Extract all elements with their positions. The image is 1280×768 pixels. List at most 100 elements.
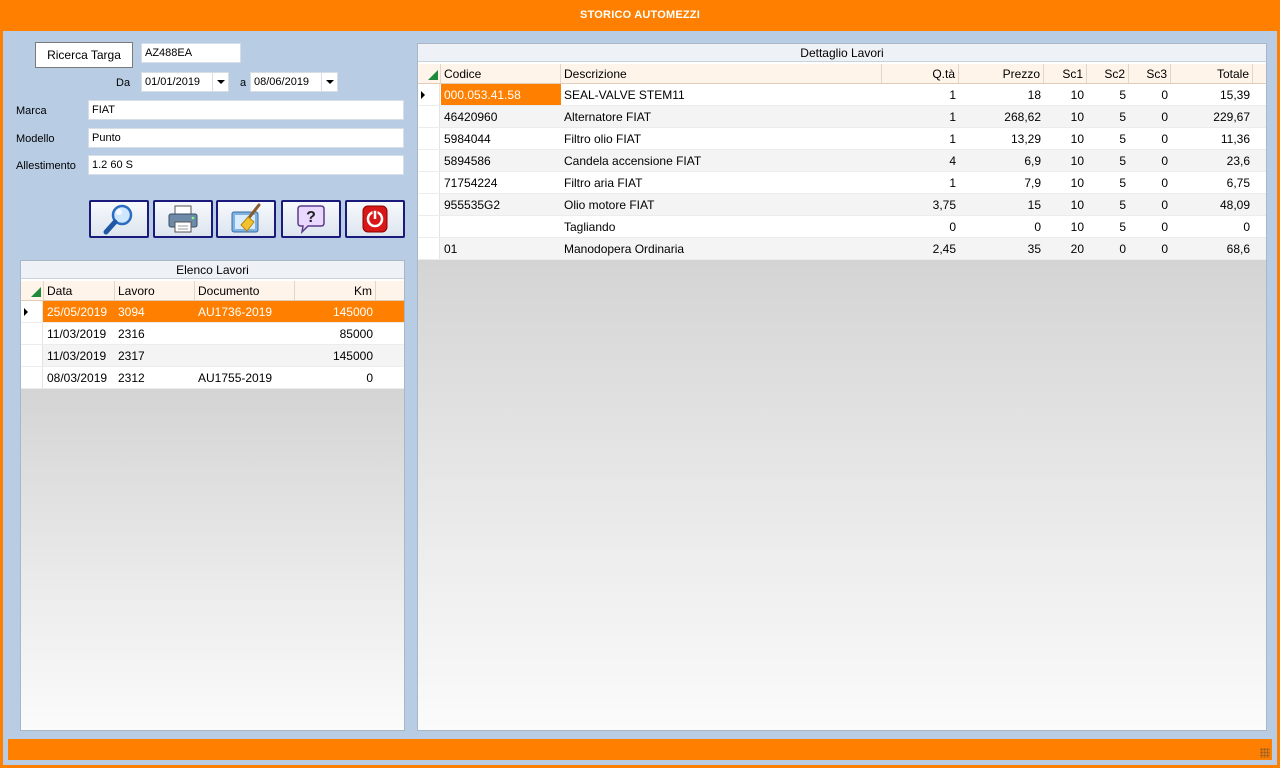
dettaglio-header: Codice Descrizione Q.tà Prezzo Sc1 Sc2 S…	[418, 64, 1266, 84]
table-row[interactable]: 955535G2 Olio motore FIAT 3,75 15 10 5 0 48,09	[418, 194, 1266, 216]
cell-qta: 4	[949, 154, 956, 168]
elenco-lavori-panel: Elenco Lavori Data Lavoro Documento Km 2…	[20, 260, 405, 731]
cell-totale: 68,6	[1226, 242, 1250, 256]
table-row[interactable]: 46420960 Alternatore FIAT 1 268,62 10 5 0 229,6…	[418, 106, 1266, 128]
printer-icon	[168, 205, 198, 233]
col-codice[interactable]: Codice	[441, 64, 561, 83]
table-row[interactable]: 08/03/2019 2312 AU1755-2019 0	[21, 367, 404, 389]
cell-qta: 1	[949, 132, 956, 146]
row-selector[interactable]	[21, 367, 43, 388]
cell-descrizione: Tagliando	[564, 220, 616, 234]
row-selector[interactable]	[418, 84, 440, 105]
chevron-down-icon[interactable]	[321, 73, 337, 91]
col-sc3[interactable]: Sc3	[1129, 64, 1171, 83]
cell-sc3: 0	[1161, 198, 1168, 212]
targa-input[interactable]: AZ488EA	[141, 43, 241, 63]
row-selector[interactable]	[418, 172, 440, 193]
modello-field[interactable]: Punto	[88, 128, 404, 148]
col-sc1[interactable]: Sc1	[1044, 64, 1087, 83]
cell-codice: 46420960	[444, 110, 498, 124]
elenco-header: Data Lavoro Documento Km	[21, 281, 404, 301]
allestimento-field[interactable]: 1.2 60 S	[88, 155, 404, 175]
col-lavoro[interactable]: Lavoro	[115, 281, 195, 300]
search-icon	[103, 204, 133, 235]
col-qta[interactable]: Q.tà	[882, 64, 959, 83]
cell-km: 0	[366, 371, 373, 385]
table-row[interactable]: 11/03/2019 2317 145000	[21, 345, 404, 367]
cell-descrizione: Filtro aria FIAT	[564, 176, 643, 190]
cell-sc3: 0	[1161, 110, 1168, 124]
svg-text:?: ?	[306, 209, 316, 226]
sort-triangle-icon	[428, 70, 438, 80]
cell-sc3: 0	[1161, 132, 1168, 146]
row-selector[interactable]	[418, 106, 440, 127]
cell-sc2: 0	[1119, 242, 1126, 256]
col-documento[interactable]: Documento	[195, 281, 295, 300]
col-totale[interactable]: Totale	[1171, 64, 1253, 83]
cell-qta: 0	[949, 220, 956, 234]
cell-prezzo: 18	[1027, 88, 1041, 102]
marca-label: Marca	[16, 105, 47, 117]
cell-totale: 23,6	[1226, 154, 1250, 168]
table-row[interactable]: Tagliando 0 0 10 5 0 0	[418, 216, 1266, 238]
cell-qta: 3,75	[932, 198, 956, 212]
cell-data: 25/05/2019	[47, 305, 108, 319]
cell-sc2: 5	[1119, 132, 1126, 146]
row-selector[interactable]	[418, 128, 440, 149]
print-button[interactable]	[153, 200, 213, 238]
dettaglio-lavori-title: Dettaglio Lavori	[418, 44, 1266, 62]
row-selector[interactable]	[418, 238, 440, 259]
row-selector[interactable]	[418, 194, 440, 215]
col-data[interactable]: Data	[44, 281, 115, 300]
cell-descrizione: Olio motore FIAT	[564, 198, 655, 212]
a-date-picker[interactable]: 08/06/2019	[250, 72, 338, 92]
cell-codice: 5894586	[444, 154, 491, 168]
marca-field[interactable]: FIAT	[88, 100, 404, 120]
a-date-value: 08/06/2019	[254, 76, 310, 88]
cell-sc2: 5	[1119, 88, 1126, 102]
row-selector[interactable]	[21, 323, 43, 344]
table-row[interactable]: 25/05/2019 3094 AU1736-2019 145000	[21, 301, 404, 323]
cell-sc1: 10	[1070, 132, 1084, 146]
cell-qta: 1	[949, 176, 956, 190]
clear-button[interactable]	[216, 200, 276, 238]
help-button[interactable]: ?	[281, 200, 341, 238]
select-all-corner[interactable]	[21, 281, 44, 300]
da-date-picker[interactable]: 01/01/2019	[141, 72, 229, 92]
col-km[interactable]: Km	[295, 281, 376, 300]
chevron-down-icon[interactable]	[212, 73, 228, 91]
search-button[interactable]	[89, 200, 149, 238]
cell-data: 11/03/2019	[47, 327, 107, 341]
cell-sc3: 0	[1161, 176, 1168, 190]
table-row[interactable]: 11/03/2019 2316 85000	[21, 323, 404, 345]
exit-button[interactable]	[345, 200, 405, 238]
cell-sc1: 10	[1070, 176, 1084, 190]
table-row[interactable]: 01 Manodopera Ordinaria 2,45 35 20 0 0 68,6	[418, 238, 1266, 260]
ricerca-targa-button[interactable]: Ricerca Targa	[35, 42, 133, 68]
table-row[interactable]: 5984044 Filtro olio FIAT 1 13,29 10 5 0 11,36	[418, 128, 1266, 150]
resize-grip-icon[interactable]	[1260, 748, 1270, 758]
row-selector[interactable]	[21, 345, 43, 366]
cell-codice: 01	[444, 242, 458, 256]
row-selector[interactable]	[21, 301, 43, 322]
row-selector[interactable]	[418, 150, 440, 171]
cell-qta: 2,45	[932, 242, 956, 256]
table-row[interactable]: 000.053.41.58 SEAL-VALVE STEM11 1 18 10 5 0 15,…	[418, 84, 1266, 106]
cell-descrizione: Alternatore FIAT	[564, 110, 652, 124]
col-descrizione[interactable]: Descrizione	[561, 64, 882, 83]
cell-codice	[441, 216, 561, 237]
table-row[interactable]: 71754224 Filtro aria FIAT 1 7,9 10 5 0 6,75	[418, 172, 1266, 194]
row-selector[interactable]	[418, 216, 440, 237]
col-sc2[interactable]: Sc2	[1087, 64, 1129, 83]
cell-totale: 6,75	[1226, 176, 1250, 190]
cell-totale: 0	[1243, 220, 1250, 234]
cell-qta: 1	[949, 110, 956, 124]
select-all-corner[interactable]	[418, 64, 441, 83]
cell-documento	[195, 323, 295, 344]
cell-prezzo: 268,62	[1004, 110, 1041, 124]
cell-sc1: 10	[1070, 198, 1084, 212]
col-prezzo[interactable]: Prezzo	[959, 64, 1044, 83]
cell-data: 11/03/2019	[47, 349, 107, 363]
table-row[interactable]: 5894586 Candela accensione FIAT 4 6,9 10 5 0 23…	[418, 150, 1266, 172]
cell-descrizione: Candela accensione FIAT	[564, 154, 702, 168]
